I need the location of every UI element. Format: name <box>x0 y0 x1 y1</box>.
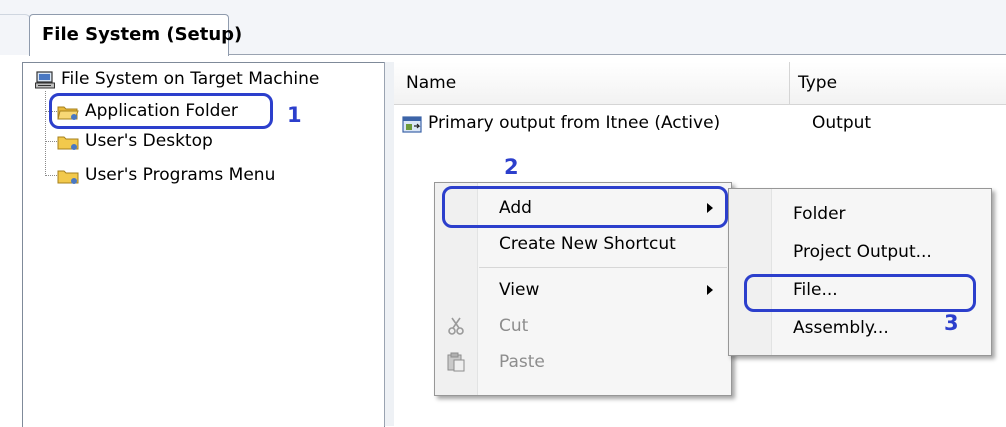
menu-item-label: Assembly... <box>793 318 889 338</box>
column-header-name[interactable]: Name <box>406 73 456 93</box>
project-output-icon <box>402 116 422 133</box>
row-type: Output <box>812 113 872 133</box>
folder-icon <box>57 136 79 150</box>
row-name: Primary output from Itnee (Active) <box>428 113 721 133</box>
document-tab-strip: File System (Setup) <box>0 0 1006 56</box>
tab-label: File System (Setup) <box>42 24 243 45</box>
annotation-highlight-3 <box>744 274 976 312</box>
submenu-arrow-icon <box>707 285 713 295</box>
annotation-number-2: 2 <box>504 155 519 179</box>
menu-item-cut[interactable]: Cut <box>437 309 727 343</box>
menu-item-label: Paste <box>499 352 545 372</box>
column-divider[interactable] <box>789 62 790 104</box>
list-header: Name Type <box>394 62 1006 105</box>
list-row[interactable]: Primary output from Itnee (Active) Outpu… <box>402 112 1002 138</box>
scissors-icon <box>448 317 464 335</box>
tree-line <box>45 141 57 142</box>
menu-item-label: Cut <box>499 316 529 336</box>
folder-icon <box>57 170 79 184</box>
menu-item-label: View <box>499 280 540 300</box>
computer-icon <box>35 71 55 89</box>
tab-strip-edge <box>0 14 31 55</box>
annotation-highlight-2 <box>442 186 728 228</box>
annotation-number-1: 1 <box>287 103 302 127</box>
tree-line <box>45 175 57 176</box>
submenu-item-project-output[interactable]: Project Output... <box>731 235 987 269</box>
tree-root-label: File System on Target Machine <box>61 69 320 89</box>
menu-item-create-new-shortcut[interactable]: Create New Shortcut <box>437 227 727 261</box>
submenu-item-folder[interactable]: Folder <box>731 197 987 231</box>
column-header-type[interactable]: Type <box>798 73 837 93</box>
annotation-highlight-1 <box>49 93 273 129</box>
menu-separator <box>479 267 727 268</box>
clipboard-icon <box>447 352 465 372</box>
menu-item-paste[interactable]: Paste <box>437 345 727 379</box>
menu-item-label: Project Output... <box>793 242 932 262</box>
tree-item-label: User's Programs Menu <box>85 165 276 185</box>
tree-line <box>45 91 46 176</box>
menu-item-view[interactable]: View <box>437 273 727 307</box>
file-system-tree-pane: File System on Target Machine Applicatio… <box>22 62 385 427</box>
annotation-number-3: 3 <box>944 311 959 335</box>
menu-item-label: Folder <box>793 204 846 224</box>
tab-file-system-setup[interactable]: File System (Setup) <box>29 14 242 56</box>
tree-item-label: User's Desktop <box>85 131 213 151</box>
menu-item-label: Create New Shortcut <box>499 234 676 254</box>
